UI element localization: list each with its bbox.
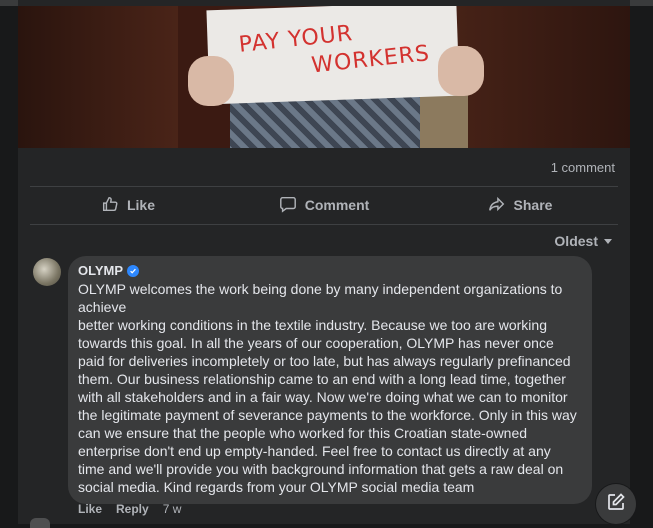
comment-meta: Like Reply 7 w [78,502,181,516]
verified-badge-icon [127,264,140,277]
comment-like-button[interactable]: Like [78,502,102,516]
share-label: Share [513,197,553,213]
new-message-button[interactable] [596,484,636,524]
comment-text: OLYMP welcomes the work being done by ma… [78,281,577,495]
like-button[interactable]: Like [30,187,226,223]
comment-author[interactable]: OLYMP [78,263,580,278]
like-label: Like [126,197,155,213]
post-photo[interactable]: PAY YOUR WORKERS [18,6,630,148]
sort-label: Oldest [554,233,598,249]
comment-reply-button[interactable]: Reply [116,502,149,516]
caret-down-icon [603,233,613,249]
comment-bubble: OLYMP OLYMP welcomes the work being done… [68,256,592,504]
next-comment-avatar [30,518,50,528]
divider [30,224,618,225]
comment-sort-dropdown[interactable]: Oldest [554,233,613,249]
share-button[interactable]: Share [422,187,618,223]
comment-timestamp[interactable]: 7 w [163,502,182,516]
compose-icon [606,492,626,517]
post-action-bar: Like Comment Share [30,187,618,223]
author-name[interactable]: OLYMP [78,263,123,278]
comment-button[interactable]: Comment [226,187,422,223]
comment-label: Comment [304,197,370,213]
thumbs-up-icon [101,195,119,216]
speech-bubble-icon [279,195,297,216]
comment-count-link[interactable]: 1 comment [551,160,615,175]
share-arrow-icon [488,195,506,216]
commenter-avatar[interactable] [33,258,61,286]
